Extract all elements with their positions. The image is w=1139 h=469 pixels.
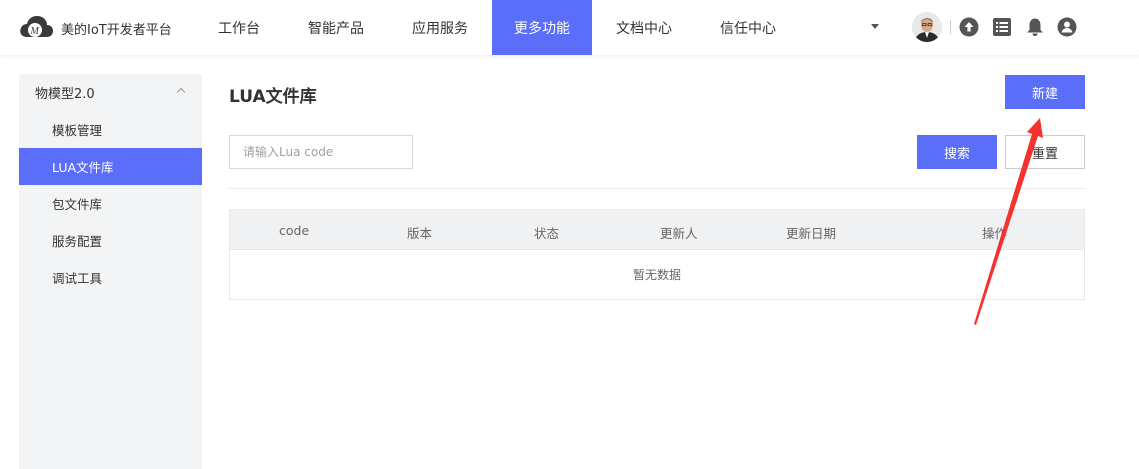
sidebar: 物模型2.0 模板管理 LUA文件库 包文件库 服务配置 调试工具	[19, 74, 202, 469]
table-empty-text: 暂无数据	[632, 268, 681, 282]
upload-icon[interactable]	[959, 17, 979, 37]
brand-name[interactable]: 美的IoT开发者平台	[61, 19, 172, 38]
header-divider	[950, 20, 951, 34]
nav-item-app-services[interactable]: 应用服务	[388, 0, 492, 55]
search-input[interactable]	[229, 135, 413, 169]
sidebar-item-template-management[interactable]: 模板管理	[19, 111, 202, 148]
section-divider	[229, 188, 1085, 189]
user-icon[interactable]	[1057, 17, 1077, 37]
sidebar-group-thing-model[interactable]: 物模型2.0	[19, 74, 202, 111]
caret-down-icon[interactable]	[871, 24, 879, 29]
nav-item-workbench[interactable]: 工作台	[194, 0, 284, 55]
lua-file-table: code 版本 状态 更新人 更新日期 操作 暂无数据	[229, 209, 1085, 300]
search-button[interactable]: 搜索	[917, 135, 997, 169]
top-navbar: M 美的IoT开发者平台 工作台 智能产品 应用服务 更多功能 文档中心 信任中…	[0, 0, 1139, 55]
column-header-status: 状态	[534, 226, 560, 241]
sidebar-group-label: 物模型2.0	[35, 87, 95, 102]
nav-item-more-features[interactable]: 更多功能	[492, 0, 592, 55]
cloud-logo-icon[interactable]: M	[18, 13, 54, 41]
svg-text:M: M	[30, 26, 40, 37]
column-header-updater: 更新人	[660, 226, 698, 241]
sidebar-item-service-config[interactable]: 服务配置	[19, 222, 202, 259]
column-header-code: code	[279, 223, 310, 238]
bell-icon[interactable]	[1025, 17, 1045, 37]
list-icon[interactable]	[992, 17, 1012, 37]
nav-item-smart-products[interactable]: 智能产品	[284, 0, 388, 55]
page-title: LUA文件库	[229, 87, 317, 107]
sidebar-item-lua-library[interactable]: LUA文件库	[19, 148, 202, 185]
column-header-update-date: 更新日期	[786, 226, 837, 241]
nav-item-trust-center[interactable]: 信任中心	[696, 0, 800, 55]
avatar[interactable]	[912, 12, 942, 42]
column-header-version: 版本	[407, 226, 433, 241]
sidebar-item-package-library[interactable]: 包文件库	[19, 185, 202, 222]
column-header-actions: 操作	[982, 226, 1008, 241]
chevron-up-icon[interactable]	[176, 87, 186, 97]
reset-button[interactable]: 重置	[1005, 135, 1085, 169]
sidebar-item-debug-tools[interactable]: 调试工具	[19, 259, 202, 296]
nav-item-docs-center[interactable]: 文档中心	[592, 0, 696, 55]
new-button[interactable]: 新建	[1005, 75, 1085, 109]
table-header: code 版本 状态 更新人 更新日期 操作	[230, 210, 1084, 250]
main-nav: 工作台 智能产品 应用服务 更多功能 文档中心 信任中心	[194, 0, 800, 55]
